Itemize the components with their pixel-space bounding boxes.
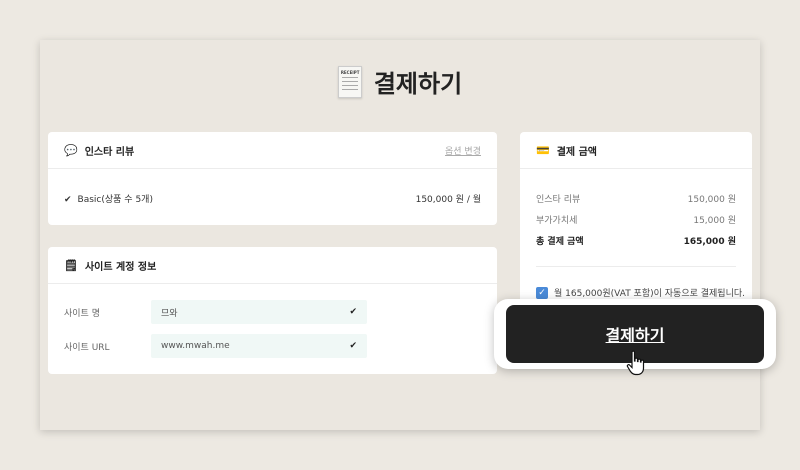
site-url-label: 사이트 URL xyxy=(64,342,110,353)
product-item-label: Basic(상품 수 5개) xyxy=(77,195,153,205)
product-line: ✔ Basic(상품 수 5개) 150,000 원 / 월 xyxy=(64,192,481,205)
summary-card: 💳 결제 금액 인스타 리뷰 150,000 원 부가가치세 15,000 원 … xyxy=(520,132,752,322)
product-line-left: ✔ Basic(상품 수 5개) xyxy=(64,192,153,205)
summary-label: 총 결제 금액 xyxy=(536,237,584,247)
site-name-row: 사이트 명 므와 ✔ xyxy=(64,300,367,324)
credit-card-icon: 💳 xyxy=(536,143,550,157)
title-row: RECEIPT 결제하기 xyxy=(40,64,760,99)
check-icon: ✔ xyxy=(349,307,357,317)
site-name-label: 사이트 명 xyxy=(64,308,100,319)
page-title: 결제하기 xyxy=(373,70,463,98)
account-card-title: 사이트 계정 정보 xyxy=(84,261,157,273)
notepad-icon: 🗒 xyxy=(64,258,78,272)
product-card-title: 인스타 리뷰 xyxy=(84,146,135,158)
divider xyxy=(536,266,736,267)
product-item-price: 150,000 원 / 월 xyxy=(415,195,481,205)
summary-line-total: 총 결제 금액 165,000 원 xyxy=(536,234,736,247)
check-icon: ✔ xyxy=(349,341,357,351)
summary-line-vat: 부가가치세 15,000 원 xyxy=(536,213,736,226)
checkout-page: RECEIPT 결제하기 💬 인스타 리뷰 옵션 변경 ✔ Basic(상품 수 … xyxy=(40,40,760,430)
summary-line-product: 인스타 리뷰 150,000 원 xyxy=(536,192,736,205)
account-card-header: 🗒 사이트 계정 정보 xyxy=(48,247,497,284)
summary-value: 15,000 원 xyxy=(693,216,736,226)
summary-total-value: 165,000 원 xyxy=(683,237,736,247)
hand-cursor-icon xyxy=(626,350,645,376)
change-option-link[interactable]: 옵션 변경 xyxy=(445,144,481,157)
agreement-text: 월 165,000원(VAT 포함)이 자동으로 결제됩니다. xyxy=(554,289,746,299)
product-card: 💬 인스타 리뷰 옵션 변경 ✔ Basic(상품 수 5개) 150,000 원… xyxy=(48,132,497,225)
site-url-value: www.mwah.me xyxy=(161,341,230,351)
check-icon: ✔ xyxy=(64,195,72,205)
site-name-field[interactable]: 므와 ✔ xyxy=(151,300,367,324)
site-url-row: 사이트 URL www.mwah.me ✔ xyxy=(64,334,367,358)
receipt-icon: RECEIPT xyxy=(337,65,362,98)
summary-card-header: 💳 결제 금액 xyxy=(520,132,752,169)
product-card-header: 💬 인스타 리뷰 옵션 변경 xyxy=(48,132,497,169)
summary-label: 인스타 리뷰 xyxy=(536,195,581,205)
summary-card-title: 결제 금액 xyxy=(556,146,597,158)
summary-label: 부가가치세 xyxy=(536,216,578,226)
site-url-field[interactable]: www.mwah.me ✔ xyxy=(151,334,367,358)
agreement-checkbox[interactable]: ✓ xyxy=(536,286,548,299)
account-card: 🗒 사이트 계정 정보 사이트 명 므와 ✔ 사이트 URL www.mwah.… xyxy=(48,247,497,374)
site-name-value: 므와 xyxy=(161,308,178,319)
speech-bubble-icon: 💬 xyxy=(64,143,78,157)
summary-value: 150,000 원 xyxy=(687,195,736,205)
agreement-row[interactable]: ✓ 월 165,000원(VAT 포함)이 자동으로 결제됩니다. xyxy=(536,286,745,299)
